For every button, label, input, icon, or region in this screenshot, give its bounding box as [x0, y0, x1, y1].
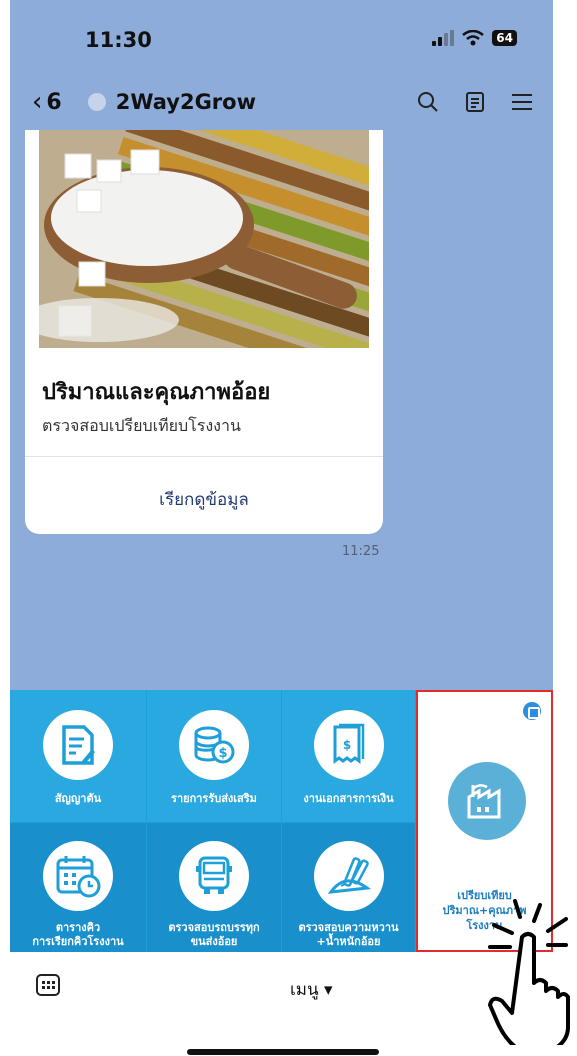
menu-item-label: สัญญาตัน — [54, 792, 102, 805]
search-icon[interactable] — [417, 91, 439, 113]
header-actions — [417, 91, 533, 113]
receipt-icon: $ — [313, 710, 384, 780]
menu-toggle-button[interactable]: เมนู ▾ — [290, 976, 333, 1003]
home-indicator — [187, 1049, 379, 1055]
svg-text:$: $ — [218, 746, 227, 761]
sugar-sugarcane-image — [39, 130, 369, 348]
svg-text:$: $ — [342, 738, 350, 752]
back-button[interactable]: ‹ 6 — [32, 87, 62, 117]
menu-item-label: รายการรับส่งเสริม — [171, 792, 257, 805]
view-data-button[interactable]: เรียกดูข้อมูล — [25, 486, 383, 513]
menu-item-label: ตรวจสอบรถบรรทุก ขนส่งอ้อย — [168, 921, 260, 948]
card-title: ปริมาณและคุณภาพอ้อย — [42, 380, 271, 405]
chat-screen: 11:30 64 ‹ 6 2Way2Grow ปริมาณและคุณภาพอ้… — [10, 0, 553, 690]
battery-icon: 64 — [492, 30, 517, 46]
menu-item-sweetness-weight[interactable]: ตรวจสอบความหวาน +น้ำหนักอ้อย — [282, 823, 415, 952]
chat-title: 2Way2Grow — [115, 90, 256, 114]
chat-header: ‹ 6 2Way2Grow — [32, 84, 533, 120]
unread-count: 6 — [46, 89, 62, 115]
tap-hand-icon — [488, 899, 570, 1045]
card-subtitle: ตรวจสอบเปรียบเทียบโรงงาน — [42, 416, 241, 435]
status-time: 11:30 — [85, 28, 152, 52]
menu-item-label: ตรวจสอบความหวาน +น้ำหนักอ้อย — [298, 921, 399, 948]
menu-item-label: ตารางคิว การเรียกคิวโรงงาน — [32, 921, 124, 948]
menu-item-label: งานเอกสารการเงิน — [303, 792, 394, 805]
verified-badge-icon — [87, 93, 106, 111]
chevron-left-icon: ‹ — [32, 87, 43, 117]
message-card: ปริมาณและคุณภาพอ้อย ตรวจสอบเปรียบเทียบโร… — [25, 130, 383, 534]
menu-item-contract[interactable]: สัญญาตัน — [10, 690, 146, 822]
factory-icon — [448, 762, 526, 840]
exit-menu-icon[interactable] — [523, 702, 541, 720]
contract-icon — [43, 710, 113, 780]
truck-icon — [179, 841, 249, 911]
menu-item-promotion-receipts[interactable]: $ รายการรับส่งเสริม — [147, 690, 281, 822]
coins-icon: $ — [179, 710, 249, 780]
signal-icon — [432, 30, 455, 46]
menu-item-queue-schedule[interactable]: ตารางคิว การเรียกคิวโรงงาน — [10, 823, 146, 952]
notes-icon[interactable] — [465, 91, 485, 113]
status-indicators: 64 — [432, 30, 517, 46]
sugarcane-icon — [313, 841, 384, 911]
card-divider — [25, 456, 383, 457]
calendar-icon — [43, 841, 113, 911]
keyboard-icon[interactable] — [36, 974, 60, 996]
hamburger-menu-icon[interactable] — [511, 92, 533, 112]
menu-item-truck-check[interactable]: ตรวจสอบรถบรรทุก ขนส่งอ้อย — [147, 823, 281, 952]
wifi-icon — [462, 30, 485, 46]
message-timestamp: 11:25 — [342, 544, 380, 559]
menu-item-finance-docs[interactable]: $ งานเอกสารการเงิน — [282, 690, 415, 822]
